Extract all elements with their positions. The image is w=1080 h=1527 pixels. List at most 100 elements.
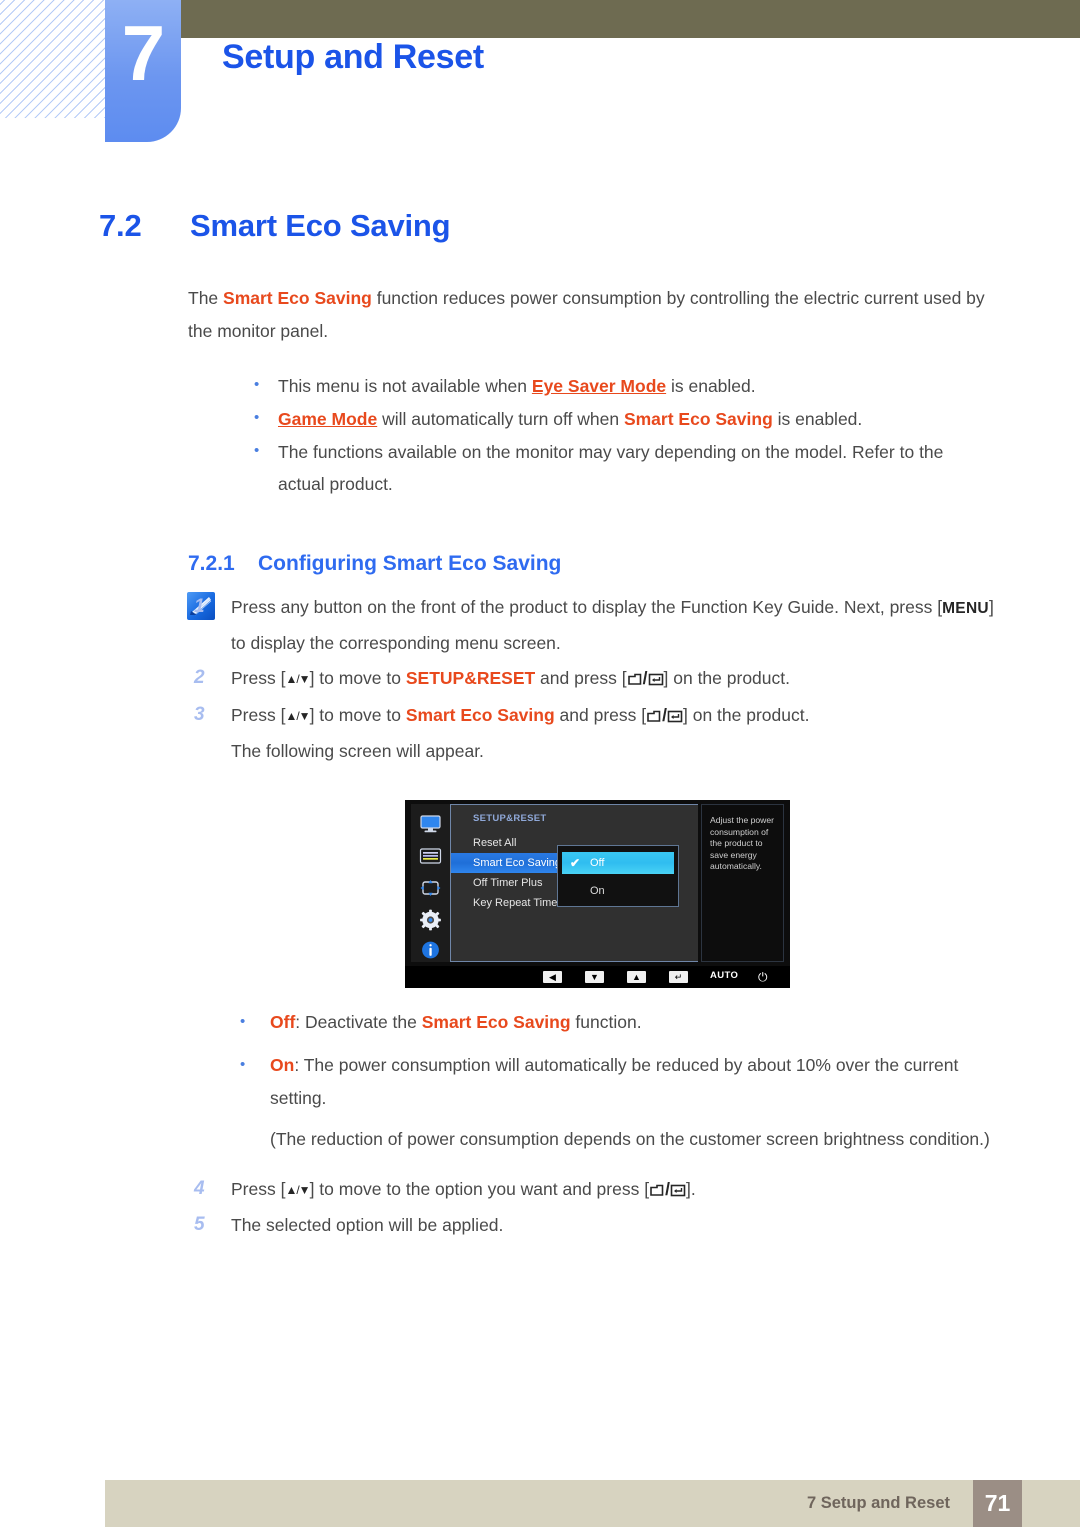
note-item: Game Mode will automatically turn off wh… bbox=[246, 402, 990, 435]
step-text: Press [ bbox=[231, 1179, 286, 1199]
keyword-on: On bbox=[270, 1055, 295, 1075]
power-icon[interactable]: ⏻ bbox=[758, 970, 768, 985]
note-text: is enabled. bbox=[666, 376, 756, 396]
note-block: This menu is not available when Eye Save… bbox=[0, 369, 1080, 620]
option-paren-note: (The reduction of power consumption depe… bbox=[270, 1129, 990, 1149]
osd-option-on[interactable]: On bbox=[562, 880, 674, 902]
keyword-smart-eco-saving: Smart Eco Saving bbox=[405, 705, 555, 725]
subsection-title: Configuring Smart Eco Saving bbox=[258, 552, 562, 575]
link-game-mode[interactable]: Game Mode bbox=[278, 409, 377, 429]
subsection-heading: 7.2.1 Configuring Smart Eco Saving bbox=[0, 552, 1080, 576]
keyword-smart-eco-saving: Smart Eco Saving bbox=[623, 409, 773, 429]
step-item: 4 Press [▲/▼] to move to the option you … bbox=[188, 1172, 1010, 1208]
note-item: The functions available on the monitor m… bbox=[246, 435, 990, 500]
source-key-icon bbox=[649, 1184, 665, 1197]
source-key-icon bbox=[646, 710, 662, 723]
osd-menu-title: SETUP&RESET bbox=[473, 813, 547, 824]
note-item: This menu is not available when Eye Save… bbox=[246, 369, 990, 402]
keyword-smart-eco-saving: Smart Eco Saving bbox=[421, 1012, 571, 1032]
step-item: 5 The selected option will be applied. bbox=[188, 1208, 1010, 1242]
step-text: ] on the product. bbox=[663, 668, 790, 688]
page-header: 7 Setup and Reset bbox=[0, 0, 1080, 150]
chapter-tab: 7 bbox=[105, 0, 181, 142]
keyword-setup-reset: SETUP&RESET bbox=[405, 668, 536, 688]
move-arrows-icon[interactable] bbox=[416, 876, 445, 900]
step-item: 1 Press any button on the front of the p… bbox=[188, 590, 1010, 660]
step-text: ] on the product. bbox=[683, 705, 810, 725]
enter-key-icon bbox=[648, 673, 664, 686]
osd-screen: SETUP&RESET Reset All Smart Eco Saving O… bbox=[405, 800, 790, 988]
osd-option-off-label: Off bbox=[590, 857, 605, 869]
step-number: 2 bbox=[194, 667, 205, 688]
note-text: This menu is not available when bbox=[278, 376, 532, 396]
keyword-smart-eco-saving: Smart Eco Saving bbox=[223, 288, 372, 308]
option-text: function. bbox=[570, 1012, 642, 1032]
down-triangle-icon[interactable]: ▼ bbox=[585, 971, 604, 983]
enter-key-icon bbox=[670, 1184, 686, 1197]
step-text: Press [ bbox=[231, 668, 286, 688]
step-item: 3 Press [▲/▼] to move to Smart Eco Savin… bbox=[188, 698, 1010, 768]
step-text: Press [ bbox=[231, 705, 286, 725]
intro-paragraph: The Smart Eco Saving function reduces po… bbox=[0, 282, 1080, 348]
picture-bars-icon[interactable] bbox=[416, 844, 445, 868]
osd-description-panel: Adjust the power consumption of the prod… bbox=[701, 804, 784, 962]
step-number: 3 bbox=[194, 704, 205, 725]
section-heading: 7.2 Smart Eco Saving bbox=[0, 208, 1080, 244]
chapter-title: Setup and Reset bbox=[222, 38, 484, 76]
osd-option-off[interactable]: ✔ Off bbox=[562, 852, 674, 874]
osd-mockup-wrapper: SETUP&RESET Reset All Smart Eco Saving O… bbox=[0, 800, 1080, 988]
intro-text-1: The bbox=[188, 288, 224, 308]
header-olive-bar bbox=[178, 0, 1080, 38]
step-number: 1 bbox=[194, 596, 205, 617]
steps-list-2: 4 Press [▲/▼] to move to the option you … bbox=[0, 1172, 1080, 1242]
note-text: will automatically turn off when bbox=[377, 409, 624, 429]
up-down-arrows-icon: ▲/▼ bbox=[285, 709, 310, 723]
option-text: : Deactivate the bbox=[295, 1012, 422, 1032]
option-text: : The power consumption will automatical… bbox=[270, 1055, 959, 1108]
section-title: Smart Eco Saving bbox=[190, 208, 451, 243]
note-text: is enabled. bbox=[772, 409, 863, 429]
enter-arrow-icon[interactable]: ↵ bbox=[669, 971, 688, 983]
check-icon: ✔ bbox=[570, 856, 581, 870]
keycap-menu: MENU bbox=[942, 600, 989, 617]
gear-icon[interactable] bbox=[416, 908, 445, 932]
up-triangle-icon[interactable]: ▲ bbox=[627, 971, 646, 983]
step-text: ] to move to bbox=[309, 705, 406, 725]
step-item: 2 Press [▲/▼] to move to SETUP&RESET and… bbox=[188, 661, 1010, 697]
left-triangle-icon[interactable]: ◀ bbox=[543, 971, 562, 983]
option-descriptions: Off: Deactivate the Smart Eco Saving fun… bbox=[0, 1005, 1080, 1156]
source-key-icon bbox=[627, 673, 643, 686]
step-text: and press [ bbox=[554, 705, 647, 725]
page-footer: 7 Setup and Reset 71 bbox=[105, 1480, 1080, 1527]
section-number: 7.2 bbox=[99, 208, 142, 243]
step-text: Press any button on the front of the pro… bbox=[231, 597, 943, 617]
up-down-arrows-icon: ▲/▼ bbox=[285, 1183, 310, 1197]
footer-chapter-label: 7 Setup and Reset bbox=[806, 1494, 950, 1512]
enter-key-icon bbox=[667, 710, 683, 723]
steps-list-1: 1 Press any button on the front of the p… bbox=[0, 590, 1080, 768]
step-subline: The following screen will appear. bbox=[231, 741, 484, 761]
page-number-badge: 71 bbox=[973, 1480, 1022, 1527]
subsection-number: 7.2.1 bbox=[188, 552, 235, 575]
link-eye-saver-mode[interactable]: Eye Saver Mode bbox=[532, 376, 666, 396]
page-content: 7.2 Smart Eco Saving The Smart Eco Saving… bbox=[0, 150, 1080, 1242]
up-down-arrows-icon: ▲/▼ bbox=[285, 672, 310, 686]
step-text: and press [ bbox=[535, 668, 627, 688]
option-item-on: On: The power consumption will automatic… bbox=[230, 1048, 1010, 1156]
step-number: 4 bbox=[194, 1178, 205, 1199]
step-text: ] to move to bbox=[309, 668, 406, 688]
osd-icon-column bbox=[411, 804, 450, 962]
monitor-icon[interactable] bbox=[416, 812, 445, 836]
step-text: ] to move to the option you want and pre… bbox=[309, 1179, 650, 1199]
osd-footer-bar: ◀ ▼ ▲ ↵ AUTO ⏻ bbox=[405, 966, 790, 988]
osd-auto-label[interactable]: AUTO bbox=[710, 970, 738, 981]
step-text: The selected option will be applied. bbox=[231, 1215, 504, 1235]
option-item-off: Off: Deactivate the Smart Eco Saving fun… bbox=[230, 1005, 1010, 1039]
info-icon[interactable] bbox=[416, 938, 445, 962]
chapter-number: 7 bbox=[121, 9, 165, 97]
note-list: This menu is not available when Eye Save… bbox=[188, 369, 1080, 500]
keyword-off: Off bbox=[270, 1012, 296, 1032]
step-number: 5 bbox=[194, 1214, 205, 1235]
step-text: ]. bbox=[685, 1179, 696, 1199]
osd-dropdown: ✔ Off On bbox=[557, 845, 679, 907]
